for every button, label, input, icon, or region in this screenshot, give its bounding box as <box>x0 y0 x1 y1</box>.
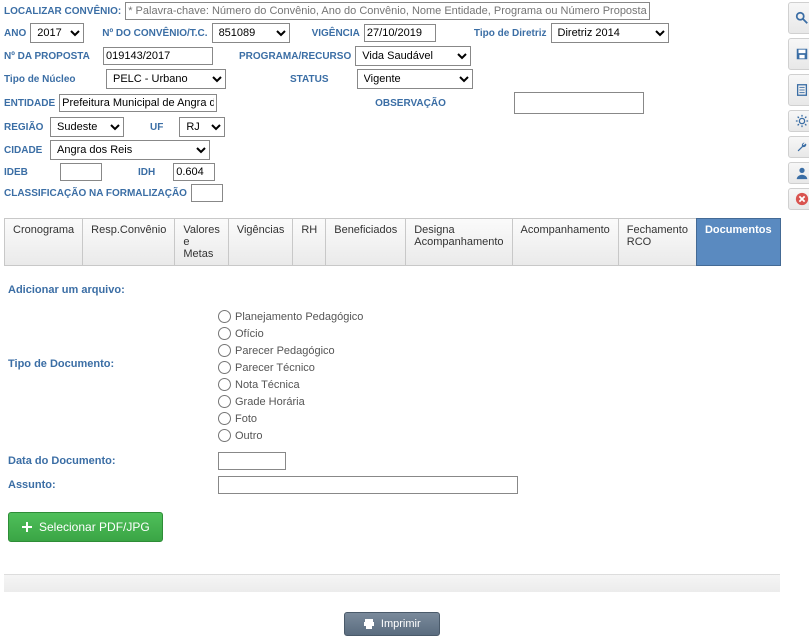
nucleo-label: Tipo de Núcleo <box>4 74 84 85</box>
classif-label: CLASSIFICAÇÃO NA FORMALIZAÇÃO <box>4 188 187 199</box>
entidade-input[interactable] <box>59 94 217 112</box>
assunto-input[interactable] <box>218 476 518 494</box>
classif-input[interactable] <box>191 184 223 202</box>
document-icon <box>795 83 809 97</box>
tab-vigencias[interactable]: Vigências <box>228 218 294 266</box>
admin-button[interactable]: Admin <box>788 162 809 184</box>
imprimir-button[interactable]: Imprimir <box>344 612 440 636</box>
assunto-label: Assunto: <box>8 479 218 491</box>
localizar-input[interactable] <box>125 2 650 20</box>
ano-select[interactable]: 2017 <box>30 23 84 43</box>
proposta-input[interactable] <box>103 47 213 65</box>
doc-type-option[interactable]: Planejamento Pedagógico <box>218 310 363 323</box>
gear-icon <box>795 114 809 128</box>
programa-select[interactable]: Vida Saudável <box>355 46 471 66</box>
doc-type-option[interactable]: Ofício <box>218 327 363 340</box>
doc-type-option[interactable]: Foto <box>218 412 363 425</box>
salvar-registro-button[interactable]: Salvar Registro <box>788 38 809 70</box>
tab-benef[interactable]: Beneficiados <box>325 218 406 266</box>
entidade-label: ENTIDADE <box>4 98 55 109</box>
localizar-registro-button[interactable]: Localizar Registro <box>788 2 809 34</box>
localizar-label: LOCALIZAR CONVÊNIO: <box>4 6 121 17</box>
printer-icon <box>363 618 375 630</box>
doc-type-label: Ofício <box>235 328 264 340</box>
regiao-label: REGIÃO <box>4 122 46 133</box>
idh-input[interactable] <box>173 163 215 181</box>
doc-type-radio[interactable] <box>218 412 231 425</box>
relatorio-logs-button[interactable]: Relatório de Logs <box>788 74 809 106</box>
doc-type-radio[interactable] <box>218 327 231 340</box>
status-select[interactable]: Vigente <box>357 69 473 89</box>
tab-cronograma[interactable]: Cronograma <box>4 218 83 266</box>
ideb-input[interactable] <box>60 163 102 181</box>
cidade-select[interactable]: Angra dos Reis <box>50 140 210 160</box>
ano-label: ANO <box>4 28 26 39</box>
observacao-label: OBSERVAÇÃO <box>375 98 446 109</box>
status-label: STATUS <box>290 74 329 85</box>
doc-type-radio[interactable] <box>218 378 231 391</box>
tipo-documento-label: Tipo de Documento: <box>8 358 218 370</box>
user-icon <box>795 166 809 180</box>
close-icon <box>795 192 809 206</box>
ideb-label: IDEB <box>4 167 34 178</box>
tab-rh[interactable]: RH <box>292 218 326 266</box>
gestao-info-button[interactable]: Gestão Info <box>788 110 809 132</box>
uf-select[interactable]: RJ <box>179 117 225 137</box>
vigencia-label: VIGÊNCIA <box>312 28 360 39</box>
selecionar-pdf-label: Selecionar PDF/JPG <box>39 520 150 534</box>
parametros-button[interactable]: Parâmetros <box>788 136 809 158</box>
doc-type-radio[interactable] <box>218 395 231 408</box>
plus-icon <box>21 521 33 533</box>
sair-button[interactable]: Sair <box>788 188 809 210</box>
data-documento-input[interactable] <box>218 452 286 470</box>
wrench-icon <box>795 140 809 154</box>
doc-type-label: Parecer Pedagógico <box>235 345 335 357</box>
footer-bar <box>4 574 780 592</box>
doc-type-radio[interactable] <box>218 429 231 442</box>
doc-type-label: Nota Técnica <box>235 379 300 391</box>
doc-type-option[interactable]: Grade Horária <box>218 395 363 408</box>
tab-respconv[interactable]: Resp.Convênio <box>82 218 175 266</box>
tab-docs[interactable]: Documentos <box>696 218 781 266</box>
cidade-label: CIDADE <box>4 145 46 156</box>
doc-type-label: Foto <box>235 413 257 425</box>
doc-type-label: Grade Horária <box>235 396 305 408</box>
data-documento-label: Data do Documento: <box>8 455 218 467</box>
doc-type-option[interactable]: Outro <box>218 429 363 442</box>
observacao-input[interactable] <box>514 92 644 114</box>
doc-type-option[interactable]: Parecer Pedagógico <box>218 344 363 357</box>
proposta-label: Nº DA PROPOSTA <box>4 51 99 62</box>
doc-type-option[interactable]: Nota Técnica <box>218 378 363 391</box>
doc-type-label: Outro <box>235 430 263 442</box>
tab-valores[interactable]: Valores e Metas <box>174 218 228 266</box>
doc-type-option[interactable]: Parecer Técnico <box>218 361 363 374</box>
tabs-bar: CronogramaResp.ConvênioValores e MetasVi… <box>4 218 780 266</box>
tab-fech[interactable]: Fechamento RCO <box>618 218 697 266</box>
doc-type-radio[interactable] <box>218 361 231 374</box>
nucleo-select[interactable]: PELC - Urbano <box>106 69 226 89</box>
doc-type-label: Planejamento Pedagógico <box>235 311 363 323</box>
disk-icon <box>795 47 809 61</box>
uf-label: UF <box>150 122 163 133</box>
doc-type-label: Parecer Técnico <box>235 362 315 374</box>
imprimir-label: Imprimir <box>381 618 421 630</box>
diretriz-label: Tipo de Diretriz <box>474 28 547 39</box>
doc-type-radio[interactable] <box>218 310 231 323</box>
vigencia-input[interactable] <box>364 24 436 42</box>
diretriz-select[interactable]: Diretriz 2014 <box>551 23 669 43</box>
regiao-select[interactable]: Sudeste <box>50 117 124 137</box>
tab-designa[interactable]: Designa Acompanhamento <box>405 218 512 266</box>
selecionar-pdf-button[interactable]: Selecionar PDF/JPG <box>8 512 163 542</box>
adicionar-heading: Adicionar um arquivo: <box>8 284 776 296</box>
doc-type-radio[interactable] <box>218 344 231 357</box>
search-icon <box>795 11 809 25</box>
tipo-documento-group: Planejamento Pedagógico Ofício Parecer Ped… <box>218 310 363 442</box>
numconv-select[interactable]: 851089 <box>212 23 290 43</box>
idh-label: IDH <box>138 167 155 178</box>
numconv-label: Nº DO CONVÊNIO/T.C. <box>102 28 207 39</box>
tab-acomp[interactable]: Acompanhamento <box>512 218 619 266</box>
programa-label: PROGRAMA/RECURSO <box>239 51 351 62</box>
